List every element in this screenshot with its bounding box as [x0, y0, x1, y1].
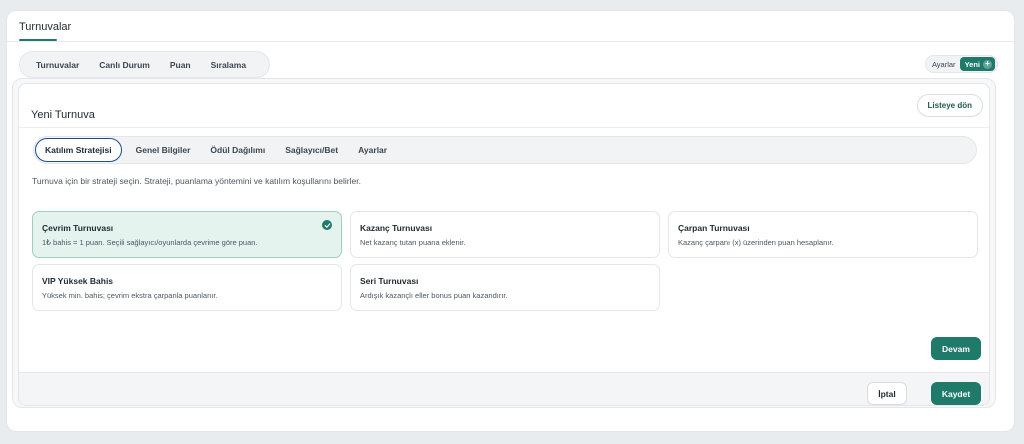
step-tab-bar: Katılım Stratejisi Genel Bilgiler Ödül D… [33, 136, 977, 164]
option-description: Yüksek min. bahis; çevrim ekstra çarpanl… [42, 291, 218, 300]
option-title: VIP Yüksek Bahis [42, 276, 114, 286]
option-description: Net kazanç tutarı puana eklenir. [360, 238, 466, 247]
tab-odul-dagilimi[interactable]: Ödül Dağılımı [200, 138, 275, 162]
option-carpan-turnuvasi[interactable]: Çarpan Turnuvası Kazanç çarpanı (x) üzer… [668, 211, 978, 258]
header-actions: Ayarlar Yeni + [924, 55, 998, 73]
page-header: Turnuvalar [7, 11, 1014, 42]
tab-saglayici-bet[interactable]: Sağlayıcı/Bet [275, 138, 348, 162]
divider [19, 127, 989, 128]
new-tournament-card: Yeni Turnuva Listeye dön Katılım Stratej… [18, 83, 990, 406]
page-title-underline [19, 39, 57, 41]
option-cevrim-turnuvasi[interactable]: Çevrim Turnuvası 1₺ bahis = 1 puan. Seçi… [32, 211, 342, 258]
tab-siralama[interactable]: Sıralama [201, 60, 256, 70]
option-title: Seri Turnuvası [360, 276, 419, 286]
back-to-list-button[interactable]: Listeye dön [916, 94, 983, 117]
option-description: Ardışık kazançlı eller bonus puan kazand… [360, 291, 508, 300]
option-kazanc-turnuvasi[interactable]: Kazanç Turnuvası Net kazanç tutarı puana… [350, 211, 660, 258]
settings-link[interactable]: Ayarlar [932, 60, 956, 69]
top-tab-bar: Turnuvalar Canlı Durum Puan Sıralama [19, 51, 270, 78]
option-seri-turnuvasi[interactable]: Seri Turnuvası Ardışık kazançlı eller bo… [350, 264, 660, 311]
option-description: 1₺ bahis = 1 puan. Seçili sağlayıcı/oyun… [42, 238, 258, 247]
continue-button[interactable]: Devam [931, 337, 981, 360]
form-footer: İptal Kaydet [19, 372, 989, 405]
new-tournament-button[interactable]: Yeni + [959, 57, 995, 71]
tab-ayarlar[interactable]: Ayarlar [348, 138, 397, 162]
option-title: Çevrim Turnuvası [42, 223, 114, 233]
check-icon [322, 220, 332, 230]
option-description: Kazanç çarpanı (x) üzerinden puan hesapl… [678, 238, 834, 247]
plus-icon: + [983, 59, 992, 69]
card-title: Yeni Turnuva [31, 109, 95, 121]
new-button-label: Yeni [964, 59, 980, 69]
tab-genel-bilgiler[interactable]: Genel Bilgiler [126, 138, 201, 162]
cancel-button[interactable]: İptal [867, 382, 907, 405]
option-title: Kazanç Turnuvası [360, 223, 433, 233]
tab-turnuvalar[interactable]: Turnuvalar [26, 60, 89, 70]
tab-katilim-stratejisi[interactable]: Katılım Stratejisi [35, 138, 122, 162]
option-title: Çarpan Turnuvası [678, 223, 750, 233]
tab-canli-durum[interactable]: Canlı Durum [89, 60, 160, 70]
option-vip-yuksek-bahis[interactable]: VIP Yüksek Bahis Yüksek min. bahis; çevr… [32, 264, 342, 311]
save-button[interactable]: Kaydet [931, 382, 981, 405]
page-title: Turnuvalar [19, 21, 72, 33]
intro-text: Turnuva için bir strateji seçin. Stratej… [32, 176, 361, 186]
tab-puan[interactable]: Puan [160, 60, 201, 70]
